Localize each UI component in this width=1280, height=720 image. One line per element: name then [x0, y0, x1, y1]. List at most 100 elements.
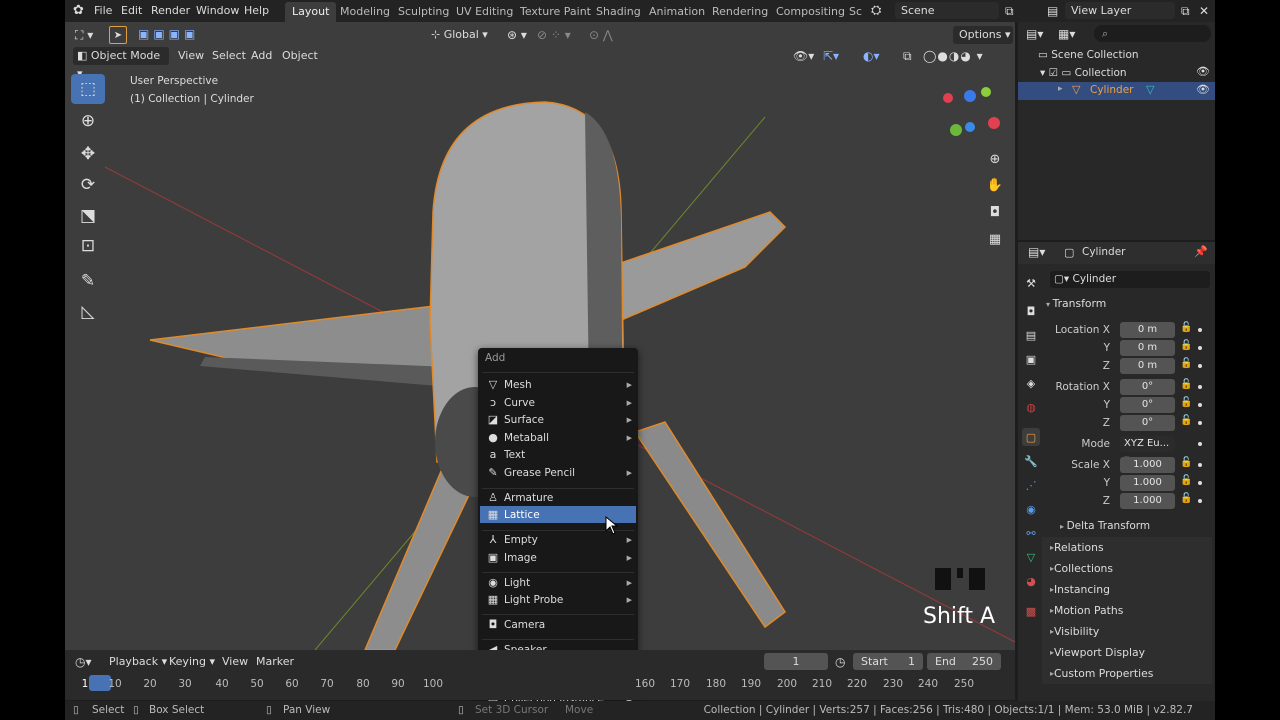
viewport-menu-view[interactable]: View — [178, 47, 204, 65]
remove-view-layer-icon[interactable]: ✕ — [1199, 0, 1209, 22]
collection-row[interactable]: ▾ ☑ ▭ Collection — [1040, 67, 1127, 79]
scene-selector[interactable]: Scene — [895, 2, 999, 19]
scene-collection-row[interactable]: ▭ Scene Collection — [1038, 49, 1139, 61]
timeline-menu-playback[interactable]: Playback ▾ — [109, 653, 167, 671]
scale-x-field[interactable]: 1.000 — [1120, 457, 1175, 473]
add-menu-item-mesh[interactable]: ▽ Mesh ▶ — [480, 376, 636, 393]
menu-help[interactable]: Help — [244, 0, 269, 22]
tab-layout[interactable]: Layout — [285, 2, 337, 22]
lock-icon[interactable]: 🔓 — [1180, 340, 1192, 351]
tool-tab-icon[interactable]: ⚒ — [1022, 274, 1040, 292]
lock-icon[interactable]: 🔓 — [1180, 457, 1192, 468]
rotation-z-field[interactable]: 0° — [1120, 415, 1175, 431]
selection-mode-icons[interactable]: ▣▣▣▣ — [138, 27, 199, 41]
cursor-tool-icon[interactable]: ⊕ — [71, 106, 105, 136]
data-tab-icon[interactable]: ▽ — [1022, 548, 1040, 566]
constraints-tab-icon[interactable]: ⚯ — [1022, 524, 1040, 542]
measure-tool-icon[interactable]: ◺ — [71, 297, 105, 327]
options-dropdown[interactable]: Options ▾ — [953, 26, 1013, 44]
material-tab-icon[interactable]: ◕ — [1022, 572, 1040, 590]
panel-collections[interactable]: ▸ Collections — [1042, 558, 1212, 579]
lock-icon[interactable]: 🔓 — [1180, 493, 1192, 504]
checkbox-icon[interactable]: ☑ — [1049, 67, 1062, 79]
lock-icon[interactable]: 🔓 — [1180, 322, 1192, 333]
rotate-tool-icon[interactable]: ⟳ — [71, 170, 105, 200]
add-menu-item-surface[interactable]: ◪ Surface ▶ — [480, 411, 636, 428]
location-z-field[interactable]: 0 m — [1120, 358, 1175, 374]
snap-icon[interactable]: ⊘ ⁘ ▾ — [537, 26, 571, 44]
tab-uv-editing[interactable]: UV Editing — [449, 2, 520, 22]
display-mode-icon[interactable]: ▦▾ — [1058, 25, 1075, 43]
view-layer-icon[interactable]: ▤ — [1047, 0, 1058, 22]
preview-range-icon[interactable]: ◷ — [835, 653, 845, 671]
expand-icon[interactable]: ▾ — [1040, 67, 1049, 79]
panel-visibility[interactable]: ▸ Visibility — [1042, 621, 1212, 642]
xray-icon[interactable]: ⧉ — [903, 47, 912, 65]
scale-y-field[interactable]: 1.000 — [1120, 475, 1175, 491]
add-menu-item-light-probe[interactable]: ▦ Light Probe ▶ — [480, 591, 636, 608]
keyframe-dot[interactable] — [1198, 385, 1202, 389]
zoom-icon[interactable]: ⊕ — [984, 148, 1006, 170]
panel-motion-paths[interactable]: ▸ Motion Paths — [1042, 600, 1212, 621]
tab-modeling[interactable]: Modeling — [333, 2, 397, 22]
menu-file[interactable]: File — [94, 0, 112, 22]
cylinder-row[interactable]: ▸ ▽ Cylinder ▽ 👁 — [1018, 82, 1215, 100]
lock-icon[interactable]: 🔓 — [1180, 379, 1192, 390]
delta-transform-header[interactable]: ▸ Delta Transform — [1060, 517, 1150, 535]
rotation-mode-dropdown[interactable]: XYZ Eu... ▾ — [1120, 436, 1175, 465]
keyframe-dot[interactable] — [1198, 463, 1202, 467]
add-menu-item-grease-pencil[interactable]: ✎ Grease Pencil ▶ — [480, 464, 636, 481]
add-menu-item-camera[interactable]: ◘ Camera — [480, 616, 636, 633]
keyframe-dot[interactable] — [1198, 346, 1202, 350]
tab-shading[interactable]: Shading — [589, 2, 648, 22]
ortho-grid-icon[interactable]: ▦ — [984, 228, 1006, 250]
outliner-editor-icon[interactable]: ▤▾ — [1026, 25, 1043, 43]
pivot-icon[interactable]: ⊛ ▾ — [507, 26, 527, 44]
start-frame-field[interactable]: Start 1 — [853, 653, 923, 670]
select-tool-icon[interactable]: ➤ — [109, 26, 127, 44]
keyframe-dot[interactable] — [1198, 364, 1202, 368]
scale-z-field[interactable]: 1.000 — [1120, 493, 1175, 509]
annotate-tool-icon[interactable]: ✎ — [71, 266, 105, 296]
proportional-edit-icon[interactable]: ⊙ ⋀ — [589, 26, 613, 44]
end-frame-field[interactable]: End 250 — [927, 653, 1001, 670]
keyframe-dot[interactable] — [1198, 421, 1202, 425]
add-menu-item-curve[interactable]: ↄ Curve ▶ — [480, 394, 636, 411]
gizmo-toggle-icon[interactable]: ⇱▾ — [823, 47, 839, 65]
viewport-menu-select[interactable]: Select — [212, 47, 246, 65]
timeline-menu-view[interactable]: View — [222, 653, 248, 671]
new-scene-icon[interactable]: ⧉ — [1005, 0, 1014, 22]
properties-editor-icon[interactable]: ▤▾ — [1028, 245, 1045, 259]
render-tab-icon[interactable]: ◘ — [1022, 302, 1040, 320]
panel-custom-properties[interactable]: ▸ Custom Properties — [1042, 663, 1212, 684]
pan-hand-icon[interactable]: ✋ — [984, 174, 1006, 196]
keyframe-dot[interactable] — [1198, 481, 1202, 485]
transform-panel-header[interactable]: ▾ Transform — [1046, 294, 1212, 314]
mode-dropdown[interactable]: ◧ Object Mode ▾ — [73, 47, 169, 80]
timeline-menu-marker[interactable]: Marker — [256, 653, 294, 671]
tab-compositing[interactable]: Compositing — [769, 2, 852, 22]
lock-icon[interactable]: 🔓 — [1180, 415, 1192, 426]
pin-icon[interactable]: 📌 — [1194, 245, 1208, 258]
tab-animation[interactable]: Animation — [642, 2, 712, 22]
lock-icon[interactable]: 🔓 — [1180, 397, 1192, 408]
collection-visibility-icon[interactable]: 👁 — [1196, 65, 1210, 78]
outliner-search-input[interactable]: ⌕ — [1094, 25, 1211, 42]
select-box-tool-icon[interactable]: ⬚ — [71, 74, 105, 104]
cylinder-visibility-icon[interactable]: 👁 — [1196, 83, 1210, 96]
menu-edit[interactable]: Edit — [121, 0, 142, 22]
tab-texture-paint[interactable]: Texture Paint — [513, 2, 598, 22]
menu-render[interactable]: Render — [151, 0, 190, 22]
panel-viewport-display[interactable]: ▸ Viewport Display — [1042, 642, 1212, 663]
location-x-field[interactable]: 0 m — [1120, 322, 1175, 338]
blender-logo-icon[interactable]: ✿ — [73, 0, 84, 22]
rotation-x-field[interactable]: 0° — [1120, 379, 1175, 395]
panel-instancing[interactable]: ▸ Instancing — [1042, 579, 1212, 600]
lock-icon[interactable]: 🔓 — [1180, 358, 1192, 369]
camera-view-icon[interactable]: ◘ — [984, 201, 1006, 223]
editor-type-icon[interactable]: ⛶ ▾ — [75, 26, 93, 44]
keyframe-dot[interactable] — [1198, 442, 1202, 446]
viewport-menu-add[interactable]: Add — [251, 47, 272, 65]
expand-icon[interactable]: ▸ — [1058, 84, 1063, 94]
add-menu-item-metaball[interactable]: ● Metaball ▶ — [480, 429, 636, 446]
